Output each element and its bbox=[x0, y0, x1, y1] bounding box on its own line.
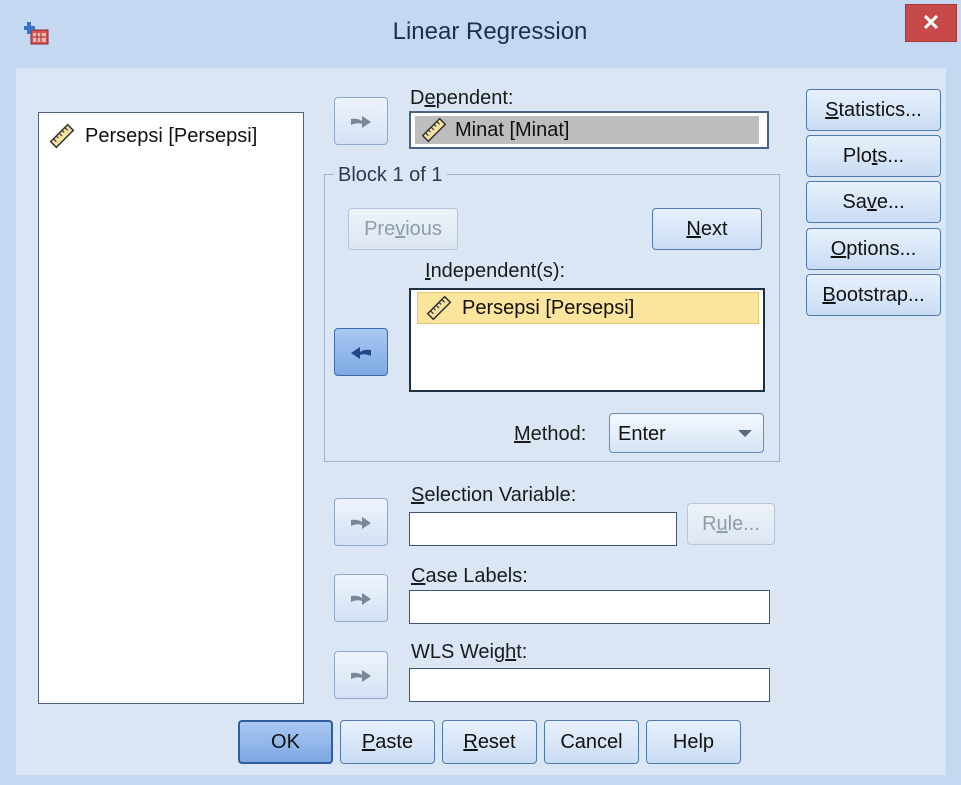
source-variable-list[interactable]: Persepsi [Persepsi] bbox=[38, 112, 304, 704]
independents-list[interactable]: Persepsi [Persepsi] bbox=[409, 288, 765, 392]
reset-button[interactable]: Reset bbox=[442, 720, 537, 764]
independents-label: Independent(s): bbox=[425, 260, 566, 282]
list-item-label: Persepsi [Persepsi] bbox=[85, 124, 258, 147]
dependent-field[interactable]: Minat [Minat] bbox=[409, 111, 769, 149]
left-arrow-icon bbox=[351, 347, 371, 359]
dependent-label: Dependent: bbox=[410, 87, 514, 109]
scale-ruler-icon bbox=[421, 117, 447, 143]
list-item-label: Persepsi [Persepsi] bbox=[462, 296, 635, 319]
paste-button[interactable]: Paste bbox=[340, 720, 435, 764]
dialog-window: Linear Regression ✕ Persepsi [Persepsi] bbox=[0, 0, 961, 785]
rule-button[interactable]: Rule... bbox=[687, 503, 775, 545]
method-select-value: Enter bbox=[618, 423, 666, 445]
move-to-dependent-button[interactable] bbox=[334, 97, 388, 145]
wls-weight-field[interactable] bbox=[409, 668, 770, 702]
dependent-value: Minat [Minat] bbox=[415, 116, 759, 144]
window-title: Linear Regression bbox=[392, 18, 588, 45]
list-item[interactable]: Persepsi [Persepsi] bbox=[417, 292, 759, 324]
block-title: Block 1 of 1 bbox=[334, 164, 447, 187]
cancel-button[interactable]: Cancel bbox=[544, 720, 639, 764]
help-button[interactable]: Help bbox=[646, 720, 741, 764]
list-item[interactable]: Persepsi [Persepsi] bbox=[49, 123, 257, 149]
right-arrow-icon bbox=[351, 593, 371, 605]
method-select[interactable]: Enter bbox=[609, 413, 764, 453]
move-to-selection-variable-button[interactable] bbox=[334, 498, 388, 546]
chevron-down-icon bbox=[738, 430, 752, 437]
right-arrow-icon bbox=[351, 116, 371, 128]
move-to-wls-weight-button[interactable] bbox=[334, 651, 388, 699]
options-button[interactable]: Options... bbox=[806, 228, 941, 270]
plots-button[interactable]: Plots... bbox=[806, 135, 941, 177]
method-label: Method: bbox=[514, 423, 587, 445]
wls-weight-label: WLS Weight: bbox=[411, 641, 528, 663]
move-from-independents-button[interactable] bbox=[334, 328, 388, 376]
previous-button[interactable]: Previous bbox=[348, 208, 458, 250]
scale-ruler-icon bbox=[49, 123, 75, 149]
bootstrap-button[interactable]: Bootstrap... bbox=[806, 274, 941, 316]
right-arrow-icon bbox=[351, 517, 371, 529]
move-to-case-labels-button[interactable] bbox=[334, 574, 388, 622]
dialog-bottom-edge bbox=[16, 775, 946, 785]
title-bar: Linear Regression ✕ bbox=[0, 0, 961, 68]
selection-variable-field[interactable] bbox=[409, 512, 677, 546]
case-labels-label: Case Labels: bbox=[411, 565, 528, 587]
selection-variable-label: Selection Variable: bbox=[411, 484, 577, 506]
dependent-value-text: Minat [Minat] bbox=[455, 118, 570, 141]
next-button[interactable]: Next bbox=[652, 208, 762, 250]
statistics-button[interactable]: Statistics... bbox=[806, 89, 941, 131]
scale-ruler-icon bbox=[426, 295, 452, 321]
right-arrow-icon bbox=[351, 670, 371, 682]
ok-button[interactable]: OK bbox=[238, 720, 333, 764]
close-button[interactable]: ✕ bbox=[905, 4, 957, 42]
case-labels-field[interactable] bbox=[409, 590, 770, 624]
save-button[interactable]: Save... bbox=[806, 181, 941, 223]
